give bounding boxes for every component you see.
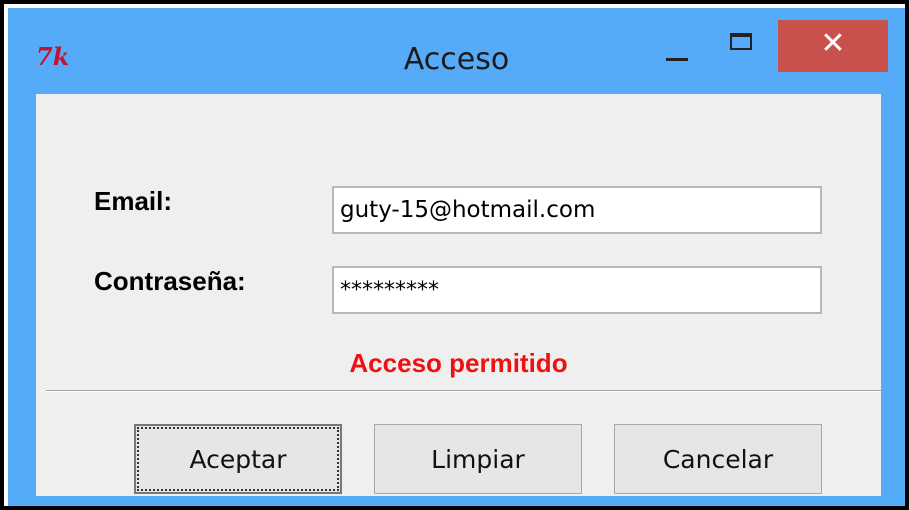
accept-button[interactable]: Aceptar bbox=[134, 424, 342, 494]
close-icon: ✕ bbox=[820, 26, 846, 61]
title-bar[interactable]: 7k Acceso ✕ bbox=[8, 8, 905, 96]
maximize-button[interactable] bbox=[712, 20, 768, 72]
password-field[interactable] bbox=[332, 266, 822, 314]
status-message: Acceso permitido bbox=[349, 348, 568, 378]
email-label: Email: bbox=[94, 186, 173, 216]
close-button[interactable]: ✕ bbox=[778, 20, 888, 72]
dialog-body: Email: Contraseña: Acceso permitido Acep… bbox=[36, 94, 881, 496]
maximize-icon bbox=[730, 33, 752, 50]
window-title: Acceso bbox=[403, 42, 510, 77]
clear-button[interactable]: Limpiar bbox=[374, 424, 582, 494]
cancel-button[interactable]: Cancelar bbox=[614, 424, 822, 494]
minimize-button[interactable] bbox=[644, 20, 700, 72]
minimize-icon bbox=[666, 58, 688, 61]
email-field[interactable] bbox=[332, 186, 822, 234]
password-label: Contraseña: bbox=[94, 266, 246, 296]
separator-line bbox=[46, 390, 881, 392]
login-window: 7k Acceso ✕ Email: Contraseña: Acceso pe… bbox=[8, 8, 905, 506]
